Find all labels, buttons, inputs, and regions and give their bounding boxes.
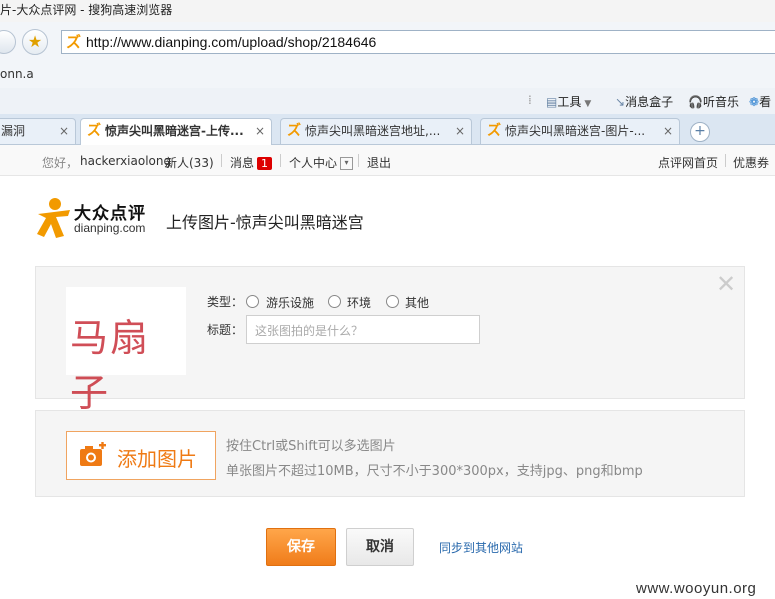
- tab-vulnerability[interactable]: 漏洞 ×: [0, 118, 76, 144]
- toolbar-divider: ⁞: [528, 93, 532, 107]
- message-count-badge: 1: [257, 157, 273, 170]
- dropdown-nav-button[interactable]: [0, 30, 16, 54]
- tab-close-icon[interactable]: ×: [59, 119, 69, 143]
- watermark-text: www.wooyun.org: [636, 580, 757, 597]
- photo-title-input[interactable]: 这张图拍的是什么？: [246, 315, 480, 344]
- site-favicon-icon: ズ: [87, 123, 101, 139]
- tab-label: 惊声尖叫黑暗迷宫-图片-...: [505, 124, 646, 138]
- divider: [221, 154, 222, 167]
- divider: [725, 154, 726, 167]
- site-favicon-icon: ズ: [66, 33, 82, 51]
- tab-maze-photos[interactable]: ズ 惊声尖叫黑暗迷宫-图片-... ×: [480, 118, 680, 144]
- address-url[interactable]: http://www.dianping.com/upload/shop/2184…: [86, 34, 376, 50]
- user-bar: 您好， hackerxiaolong 新人(33) 消息 1 个人中心 ▾ 退出 点…: [0, 145, 775, 176]
- coupons-link[interactable]: 优惠券: [733, 154, 769, 171]
- browser-navbar: ★ ズ http://www.dianping.com/upload/shop/…: [0, 22, 775, 65]
- divider: [280, 154, 281, 167]
- dianping-home-link[interactable]: 点评网首页: [658, 154, 718, 171]
- site-favicon-icon: ズ: [487, 123, 501, 139]
- watch-label: 看: [759, 95, 772, 109]
- tab-close-icon[interactable]: ×: [663, 119, 673, 143]
- tab-close-icon[interactable]: ×: [455, 119, 465, 143]
- greeting-text: 您好，: [42, 156, 79, 170]
- window-title: 片-大众点评网 - 搜狗高速浏览器: [0, 3, 173, 17]
- close-icon[interactable]: ✕: [716, 272, 736, 296]
- message-box-label: 消息盒子: [625, 95, 674, 109]
- tools-label: 工具: [557, 95, 582, 109]
- camera-plus-icon: [80, 442, 106, 466]
- personal-center-link[interactable]: 个人中心 ▾: [289, 154, 354, 171]
- file-size-hint: 单张图片不超过10MB，尺寸不小于300*300px，支持jpg、png和bmp: [226, 464, 643, 479]
- photo-info-panel: 马扇子 ✕ 类型： 游乐设施 环境 其他 标题： 这张图拍的是什么？: [35, 266, 745, 415]
- window-titlebar: 片-大众点评网 - 搜狗高速浏览器: [0, 0, 775, 22]
- tab-upload-photo[interactable]: ズ 惊声尖叫黑暗迷宫-上传... ×: [80, 118, 272, 145]
- tab-label: 惊声尖叫黑暗迷宫地址,...: [305, 124, 441, 138]
- add-photo-label: 添加图片: [117, 447, 197, 471]
- tab-label: 惊声尖叫黑暗迷宫-上传...: [105, 124, 244, 138]
- page-title: 上传图片-惊声尖叫黑暗迷宫: [166, 213, 364, 232]
- multi-select-hint: 按住Ctrl或Shift可以多选图片: [226, 439, 396, 454]
- cancel-button[interactable]: 取消: [346, 528, 414, 566]
- title-label: 标题：: [207, 323, 244, 337]
- tab-close-icon[interactable]: ×: [255, 119, 265, 143]
- site-favicon-icon: ズ: [287, 123, 301, 139]
- tools-menu-button[interactable]: ▤工具 ▼: [546, 93, 591, 110]
- music-button[interactable]: 🎧听音乐: [688, 93, 739, 110]
- toolbox-icon: ▤: [546, 95, 558, 109]
- new-tab-plus-icon[interactable]: +: [690, 122, 710, 142]
- option-environment-label[interactable]: 环境: [347, 294, 371, 311]
- arrow-icon: ↘: [615, 95, 626, 109]
- radio-rides[interactable]: [246, 295, 259, 308]
- watch-button[interactable]: ❁看: [749, 93, 771, 110]
- bookmark-item[interactable]: onn.a: [0, 67, 34, 81]
- personal-center-label: 个人中心: [289, 156, 338, 170]
- flower-icon: ❁: [749, 95, 760, 109]
- chevron-down-icon: ▼: [584, 99, 592, 109]
- add-photo-button[interactable]: 添加图片: [66, 431, 216, 480]
- uploaded-photo-thumbnail: 马扇子: [66, 287, 186, 415]
- save-button[interactable]: 保存: [266, 528, 336, 566]
- upload-panel: 添加图片 按住Ctrl或Shift可以多选图片 单张图片不超过10MB，尺寸不小…: [35, 410, 745, 497]
- radio-environment[interactable]: [328, 295, 341, 308]
- tools-row: ⁞ ▤工具 ▼ ↘消息盒子 🎧听音乐 ❁看: [0, 88, 775, 115]
- logo-en-text: dianping.com: [74, 221, 146, 235]
- title-placeholder: 这张图拍的是什么？: [255, 324, 364, 338]
- favorite-star-icon[interactable]: ★: [22, 29, 48, 55]
- thumbnail-handwriting: 马扇子: [70, 316, 151, 415]
- divider: [358, 154, 359, 167]
- tab-label: 漏洞: [1, 124, 26, 138]
- option-rides-label[interactable]: 游乐设施: [266, 294, 314, 311]
- type-label: 类型：: [207, 295, 244, 309]
- messages-link[interactable]: 消息 1: [230, 154, 273, 171]
- tab-maze-address[interactable]: ズ 惊声尖叫黑暗迷宫地址,... ×: [280, 118, 472, 144]
- option-other-label[interactable]: 其他: [405, 294, 429, 311]
- sync-to-other-sites-link[interactable]: 同步到其他网站: [439, 539, 523, 556]
- logout-link[interactable]: 退出: [367, 154, 391, 171]
- bookmarks-bar: onn.a: [0, 64, 775, 88]
- logo-figure-icon: [37, 198, 70, 238]
- new-people-link[interactable]: 新人(33): [165, 154, 214, 171]
- message-box-button[interactable]: ↘消息盒子: [615, 93, 673, 110]
- username-link[interactable]: hackerxiaolong: [80, 154, 171, 168]
- headphones-icon: 🎧: [688, 95, 703, 109]
- tab-bar: 漏洞 × ズ 惊声尖叫黑暗迷宫-上传... × ズ 惊声尖叫黑暗迷宫地址,...…: [0, 114, 775, 145]
- radio-other[interactable]: [386, 295, 399, 308]
- dianping-logo[interactable]: 大众点评 dianping.com: [34, 196, 146, 240]
- music-label: 听音乐: [702, 95, 739, 109]
- address-bar[interactable]: ズ http://www.dianping.com/upload/shop/21…: [61, 30, 775, 54]
- chevron-down-icon[interactable]: ▾: [340, 157, 354, 170]
- messages-label: 消息: [230, 156, 255, 170]
